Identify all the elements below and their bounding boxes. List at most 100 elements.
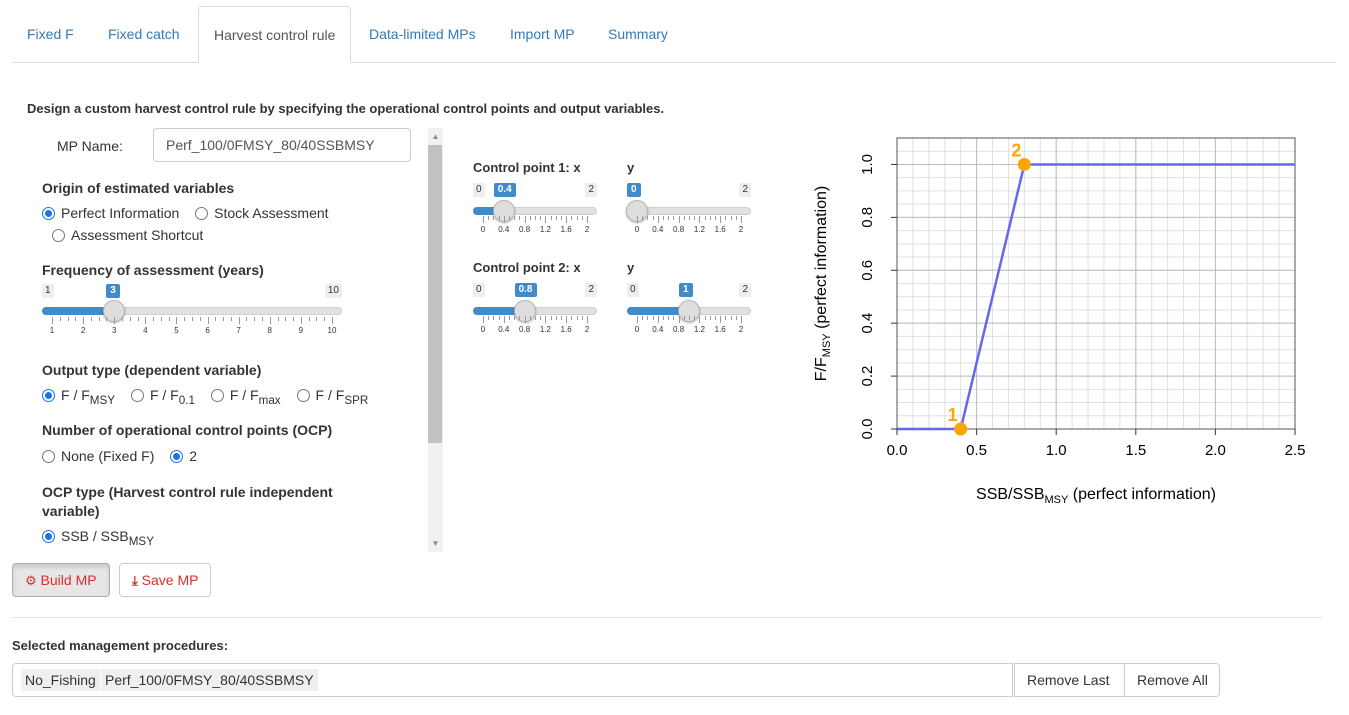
slider-value: 3 — [106, 284, 120, 298]
ocp-count-label: Number of operational control points (OC… — [42, 422, 333, 438]
ocp-option-none[interactable]: None (Fixed F) — [42, 448, 154, 464]
cp2-x-label: Control point 2: x — [473, 260, 581, 275]
tab-harvest-control-rule[interactable]: Harvest control rule — [198, 6, 352, 63]
y-tick-label: 0.6 — [859, 260, 876, 281]
slider-tick-label: 0.4 — [652, 325, 664, 334]
x-tick-label: 2.0 — [1205, 442, 1226, 459]
selected-mp-chip[interactable]: No_Fishing — [21, 669, 100, 691]
slider-value: 0.4 — [493, 183, 516, 197]
y-tick-label: 0.4 — [859, 313, 876, 334]
output-option-fmax[interactable]: F / Fmax — [210, 387, 281, 407]
slider-tick — [488, 216, 490, 220]
output-option-fspr[interactable]: F / FSPR — [296, 387, 368, 407]
slider-tick — [730, 316, 732, 320]
slider-tick — [699, 316, 701, 323]
slider-tick-label: 3 — [111, 326, 117, 335]
tab-fixed-catch[interactable]: Fixed catch — [93, 6, 195, 63]
output-option-fmsy[interactable]: F / FMSY — [42, 387, 115, 407]
slider-tick-label: 0 — [480, 225, 486, 234]
slider-tick — [581, 216, 583, 220]
y-tick-label: 0.8 — [859, 207, 876, 228]
slider-tick — [184, 317, 186, 321]
slider-tick — [550, 216, 552, 220]
mp-name-input[interactable]: Perf_100/0FMSY_80/40SSBMSY — [153, 128, 411, 162]
slider-tick — [324, 317, 326, 321]
radio-icon — [210, 389, 224, 402]
origin-option-shortcut[interactable]: Assessment Shortcut — [52, 227, 203, 243]
slider-tick-label: 1 — [49, 326, 55, 335]
frequency-slider[interactable]: 1 10 3 1 2 3 4 5 6 7 8 9 10 — [42, 284, 342, 344]
slider-tick — [285, 317, 287, 321]
slider-tick — [715, 216, 716, 220]
scroll-down-icon[interactable]: ▼ — [428, 536, 443, 551]
slider-tick-label: 0.4 — [652, 225, 664, 234]
slider-tick-label: 2 — [584, 225, 590, 234]
slider-tick-label: 1.2 — [693, 225, 705, 234]
output-option-f01[interactable]: F / F0.1 — [130, 387, 195, 407]
x-tick-label: 0.0 — [887, 442, 908, 459]
slider-tick — [300, 317, 302, 324]
slider-max: 2 — [585, 183, 597, 197]
slider-tick — [98, 317, 100, 321]
radio-checked-icon — [42, 207, 55, 220]
y-axis-label: F/FMSY (perfect information) — [813, 186, 833, 381]
slider-tick — [663, 216, 664, 220]
cp1-y-slider[interactable]: 02000.40.81.21.62 — [626, 183, 751, 241]
slider-tick — [704, 216, 706, 220]
radio-icon — [296, 389, 310, 402]
slider-tick — [90, 317, 92, 321]
slider-max: 2 — [739, 283, 751, 297]
origin-option-perfect[interactable]: Perfect Information — [42, 205, 179, 221]
remove-last-button[interactable]: Remove Last — [1014, 663, 1125, 697]
slider-tick — [741, 216, 742, 223]
slider-tick — [694, 216, 696, 220]
slider-tick — [519, 216, 521, 220]
tab-summary[interactable]: Summary — [593, 6, 683, 63]
save-mp-button[interactable]: ⤓ Save MP — [119, 563, 212, 597]
slider-tick — [720, 216, 722, 223]
x-axis-label: SSB/SSBMSY (perfect information) — [976, 486, 1216, 506]
selected-mps-input[interactable]: No_Fishing Perf_100/0FMSY_80/40SSBMSY — [12, 663, 1013, 697]
slider-tick — [168, 317, 170, 321]
ocp-type-option-ssb[interactable]: SSB / SSBMSY — [42, 528, 154, 548]
build-mp-button[interactable]: ⚙ Build MP — [12, 563, 110, 597]
origin-option-stock-assessment[interactable]: Stock Assessment — [195, 205, 329, 221]
slider-tick — [678, 216, 680, 223]
slider-tick — [129, 317, 131, 321]
y-tick-label: 0.2 — [859, 366, 876, 387]
slider-tick-label: 1.2 — [693, 325, 705, 334]
slider-tick-label: 0.8 — [673, 225, 685, 234]
remove-all-button[interactable]: Remove All — [1124, 663, 1220, 697]
slider-tick — [652, 316, 654, 320]
tab-data-limited-mps[interactable]: Data-limited MPs — [354, 6, 491, 63]
panel-scrollbar-thumb[interactable] — [428, 145, 442, 443]
slider-tick — [561, 316, 562, 320]
tab-fixed-f[interactable]: Fixed F — [12, 6, 89, 63]
slider-tick — [75, 317, 77, 321]
slider-tick — [514, 216, 516, 220]
y-tick-label: 0.0 — [859, 419, 876, 440]
scroll-up-icon[interactable]: ▲ — [428, 129, 443, 144]
slider-tick — [540, 216, 542, 220]
slider-tick-label: 6 — [205, 326, 210, 335]
cp1-x-slider[interactable]: 0 2 0.4 0 0.4 0.8 1.2 1.6 2 — [473, 183, 597, 241]
slider-tick-label: 0.4 — [498, 225, 510, 234]
ocp-option-2[interactable]: 2 — [170, 448, 197, 464]
mp-name-label: MP Name: — [57, 138, 123, 154]
selected-mp-chip[interactable]: Perf_100/0FMSY_80/40SSBMSY — [101, 669, 318, 691]
slider-tick — [83, 317, 85, 324]
control-point-label: 2 — [1011, 140, 1021, 160]
cp2-y-slider[interactable]: 0 2 1 0 0.4 0.8 1.2 1.6 2 — [627, 283, 751, 341]
tab-import-mp[interactable]: Import MP — [495, 6, 590, 63]
slider-tick — [678, 316, 680, 323]
cp2-x-slider[interactable]: 0 2 0.8 0 0.4 0.8 1.2 1.6 2 — [473, 283, 597, 341]
slider-tick — [493, 216, 495, 220]
slider-tick — [566, 216, 568, 223]
slider-tick — [657, 316, 659, 323]
slider-tick-label: 0.8 — [673, 325, 685, 334]
slider-tick — [663, 316, 664, 320]
slider-tick — [725, 316, 727, 320]
slider-tick — [160, 317, 162, 321]
slider-tick — [637, 216, 638, 223]
cp1-y-label: y — [627, 160, 635, 175]
